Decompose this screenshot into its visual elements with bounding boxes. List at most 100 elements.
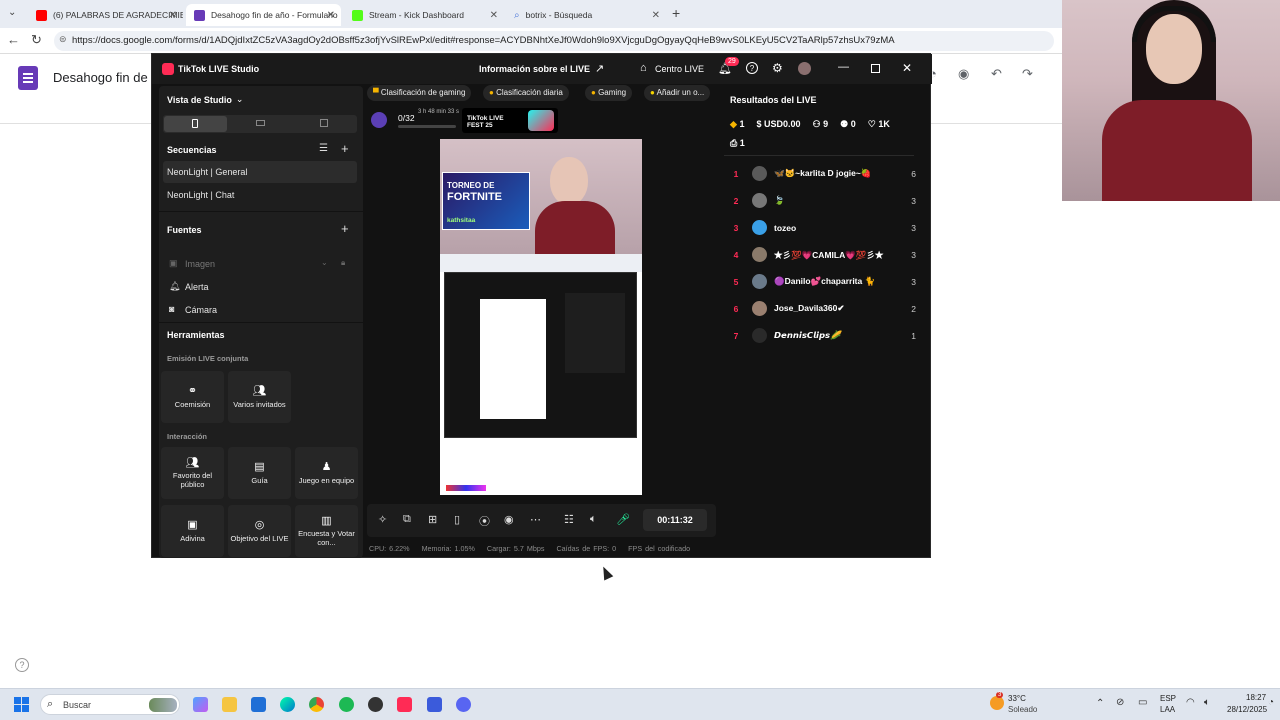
landscape-icon[interactable] bbox=[256, 120, 265, 126]
varios-invitados-button[interactable]: 👥︎ Varios invitados bbox=[228, 371, 291, 423]
image-icon: ▣ bbox=[169, 258, 178, 268]
discord-icon[interactable] bbox=[456, 697, 471, 712]
dual-view-icon[interactable] bbox=[320, 119, 328, 127]
back-icon[interactable]: ← bbox=[7, 32, 20, 47]
objetivo-live-button[interactable]: ◎ Objetivo del LIVE bbox=[228, 505, 291, 557]
magic-wand-icon[interactable]: ✧ bbox=[378, 513, 387, 526]
effects-icon[interactable]: ⧉ bbox=[403, 513, 411, 526]
sequence-item-chat[interactable]: NeonLight | Chat bbox=[167, 190, 234, 200]
source-item-imagen[interactable]: Imagen bbox=[185, 259, 215, 269]
notification-icon[interactable]: ◔ bbox=[1268, 697, 1274, 708]
site-info-icon[interactable]: ⊜ bbox=[59, 34, 67, 45]
portrait-mode-button[interactable] bbox=[164, 116, 227, 132]
windows-start-icon[interactable] bbox=[14, 697, 29, 712]
undo-icon[interactable]: ↶ bbox=[991, 66, 1002, 82]
volume-icon[interactable]: 🔈︎ bbox=[1204, 697, 1210, 708]
browser-tab-youtube[interactable]: (6) PALABRAS DE AGRADECIMIEN ✕ bbox=[28, 4, 183, 26]
chip-add[interactable]: ● Añadir un o... bbox=[644, 85, 711, 101]
source-item-camara[interactable]: Cámara bbox=[185, 305, 217, 315]
network-off-icon[interactable]: ⊘ bbox=[1116, 697, 1124, 708]
edge-icon[interactable] bbox=[280, 697, 295, 712]
battery-icon[interactable]: ▭ bbox=[1138, 697, 1147, 708]
ranking-row[interactable]: 7 𝘿𝙚𝙣𝙣𝙞𝙨𝘾𝙡𝙞𝙥𝙨🌽 1 bbox=[726, 322, 916, 349]
encuesta-button[interactable]: ▥ Encuesta y Votar con... bbox=[295, 505, 358, 557]
close-icon[interactable]: ✕ bbox=[327, 10, 335, 21]
chip-daily-ranking[interactable]: ● Clasificación diaria bbox=[483, 85, 569, 101]
weather-sun-icon[interactable] bbox=[990, 696, 1004, 710]
close-icon[interactable]: ✕ bbox=[902, 61, 912, 75]
tab-list-icon[interactable]: ⌄ bbox=[8, 7, 16, 18]
ranking-row[interactable]: 3 tozeo 3 bbox=[726, 214, 916, 241]
adivina-button[interactable]: ▣ Adivina bbox=[161, 505, 224, 557]
juego-en-equipo-button[interactable]: ♟ Juego en equipo bbox=[295, 447, 358, 499]
lock-icon[interactable]: 🔒︎ bbox=[341, 258, 345, 268]
live-fest-banner[interactable]: TikTok LIVE FEST 25 bbox=[462, 108, 558, 133]
phone-icon[interactable]: ▯ bbox=[454, 513, 460, 526]
fest-logo-icon bbox=[528, 110, 554, 131]
chevron-up-icon[interactable]: ⌃ bbox=[1096, 698, 1104, 709]
maximize-icon[interactable] bbox=[871, 64, 880, 73]
chip-gaming-ranking[interactable]: ▀ Clasificación de gaming bbox=[367, 85, 472, 101]
sequence-item-general[interactable]: NeonLight | General bbox=[163, 161, 357, 183]
store-icon[interactable] bbox=[251, 697, 266, 712]
help-icon[interactable]: ? bbox=[746, 62, 758, 74]
share-icon[interactable]: ↗ bbox=[595, 62, 604, 75]
ranking-row[interactable]: 4 ★彡💯💗CAMILA💗💯彡★ 3 bbox=[726, 241, 916, 268]
centro-live-button[interactable]: Centro LIVE bbox=[655, 64, 704, 74]
list-icon[interactable]: ☰ bbox=[319, 143, 328, 154]
ranking-row[interactable]: 1 🦋🐱~karlita D jogie~🍓 6 bbox=[726, 160, 916, 187]
file-explorer-icon[interactable] bbox=[222, 697, 237, 712]
visibility-off-icon[interactable]: ⌄ bbox=[321, 258, 328, 267]
stream-preview[interactable]: TORNEO DE FORTNITE kathsitaa bbox=[440, 139, 642, 495]
wifi-icon[interactable]: ◠ bbox=[1186, 697, 1195, 708]
microphone-icon[interactable]: 🎤︎ bbox=[616, 513, 630, 526]
chrome-icon[interactable] bbox=[309, 697, 324, 712]
settings-gear-icon[interactable]: ⚙ bbox=[772, 61, 783, 75]
url-field[interactable]: ⊜ https://docs.google.com/forms/d/1ADQjd… bbox=[54, 31, 1054, 51]
browser-tab-kick[interactable]: Stream - Kick Dashboard ✕ bbox=[344, 4, 504, 26]
coemision-button[interactable]: ⚭ Coemisión bbox=[161, 371, 224, 423]
google-forms-icon[interactable] bbox=[18, 66, 38, 90]
preview-eye-icon[interactable]: ◉ bbox=[958, 66, 969, 82]
add-source-icon[interactable]: + bbox=[341, 221, 349, 236]
live-info-link[interactable]: Información sobre el LIVE bbox=[479, 64, 590, 74]
tiktok-logo-icon bbox=[162, 63, 174, 75]
new-tab-icon[interactable]: + bbox=[672, 5, 680, 21]
more-icon[interactable]: ⋯ bbox=[530, 513, 541, 526]
avatar[interactable] bbox=[798, 62, 811, 75]
obs-icon[interactable] bbox=[368, 697, 383, 712]
spotify-icon[interactable] bbox=[339, 697, 354, 712]
reload-icon[interactable]: ↻ bbox=[31, 32, 42, 48]
source-item-alerta[interactable]: Alerta bbox=[185, 282, 209, 292]
browser-tab-search[interactable]: ⌕ botrix - Búsqueda ✕ bbox=[506, 4, 666, 26]
home-icon[interactable]: ⌂ bbox=[640, 62, 647, 74]
help-icon[interactable]: ? bbox=[15, 658, 29, 672]
chip-gaming[interactable]: ● Gaming bbox=[585, 85, 633, 101]
browser-tab-forms[interactable]: Desahogo fin de año - Formulario ✕ bbox=[186, 4, 341, 26]
speaker-icon[interactable]: 🔈︎ bbox=[590, 513, 597, 526]
close-icon[interactable]: ✕ bbox=[490, 10, 498, 21]
add-sequence-icon[interactable]: + bbox=[341, 141, 349, 156]
ranking-row[interactable]: 2 🍃 3 bbox=[726, 187, 916, 214]
replay-icon[interactable]: ◉ bbox=[504, 513, 514, 526]
record-icon[interactable]: ⦿ bbox=[479, 513, 490, 529]
app-icon[interactable] bbox=[427, 697, 442, 712]
guia-button[interactable]: ▤ Guía bbox=[228, 447, 291, 499]
ranking-row[interactable]: 6 Jose_Davila360✔ 2 bbox=[726, 295, 916, 322]
ranking-row[interactable]: 5 🟣Danilo💕chaparrita 🐈 3 bbox=[726, 268, 916, 295]
redo-icon[interactable]: ↷ bbox=[1022, 66, 1033, 82]
weather-temp[interactable]: 33°C bbox=[1008, 694, 1026, 703]
form-title[interactable]: Desahogo fin de a bbox=[53, 70, 159, 85]
clock-time[interactable]: 18:27 bbox=[1246, 693, 1266, 702]
taskbar-search[interactable]: ⌕ Buscar bbox=[40, 694, 180, 715]
sliders-icon[interactable]: ☷ bbox=[564, 513, 574, 526]
language-code[interactable]: ESP bbox=[1160, 694, 1176, 703]
copilot-icon[interactable] bbox=[193, 697, 208, 712]
add-scene-icon[interactable]: ⊞ bbox=[428, 513, 437, 526]
close-icon[interactable]: ✕ bbox=[169, 10, 177, 21]
minimize-icon[interactable]: — bbox=[838, 61, 849, 73]
favorito-publico-button[interactable]: 👥︎ Favorito del público bbox=[161, 447, 224, 499]
close-icon[interactable]: ✕ bbox=[652, 10, 660, 21]
tiktok-studio-icon[interactable] bbox=[397, 697, 412, 712]
studio-view-dropdown[interactable]: Vista de Studio ⌄ bbox=[167, 94, 243, 105]
